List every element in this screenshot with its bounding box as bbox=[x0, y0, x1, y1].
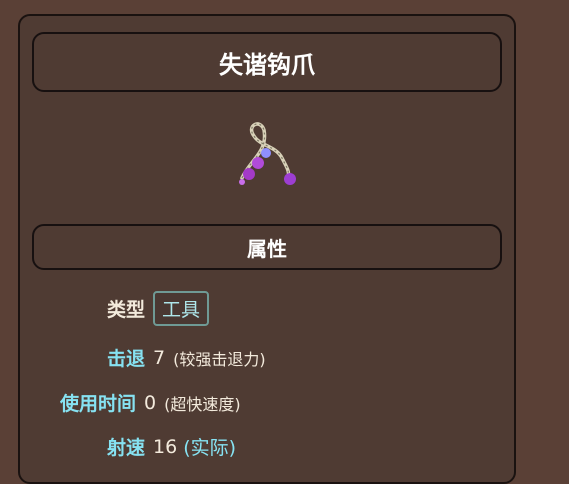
knockback-row: 击退 7 (较强击退力) bbox=[107, 344, 266, 371]
knockback-value: 7 bbox=[153, 346, 166, 369]
section-header: 属性 bbox=[32, 224, 502, 270]
velocity-label[interactable]: 射速 bbox=[107, 433, 145, 460]
velocity-value: 16 bbox=[153, 435, 178, 458]
knockback-label[interactable]: 击退 bbox=[107, 344, 145, 371]
item-title-box: 失谐钩爪 bbox=[32, 32, 502, 92]
use-time-label[interactable]: 使用时间 bbox=[60, 389, 136, 416]
type-row: 类型 工具 bbox=[107, 291, 210, 326]
knockback-note: (较强击退力) bbox=[173, 349, 266, 369]
section-title: 属性 bbox=[247, 236, 287, 261]
velocity-row: 射速 16 (实际) bbox=[107, 433, 236, 460]
velocity-note[interactable]: (实际) bbox=[183, 433, 236, 460]
use-time-row: 使用时间 0 (超快速度) bbox=[60, 389, 241, 416]
type-tag[interactable]: 工具 bbox=[153, 291, 210, 326]
type-label: 类型 bbox=[107, 299, 146, 321]
use-time-value: 0 bbox=[144, 391, 157, 414]
grappling-hook-icon bbox=[232, 118, 304, 190]
item-title: 失谐钩爪 bbox=[219, 50, 315, 79]
use-time-note: (超快速度) bbox=[164, 394, 241, 414]
